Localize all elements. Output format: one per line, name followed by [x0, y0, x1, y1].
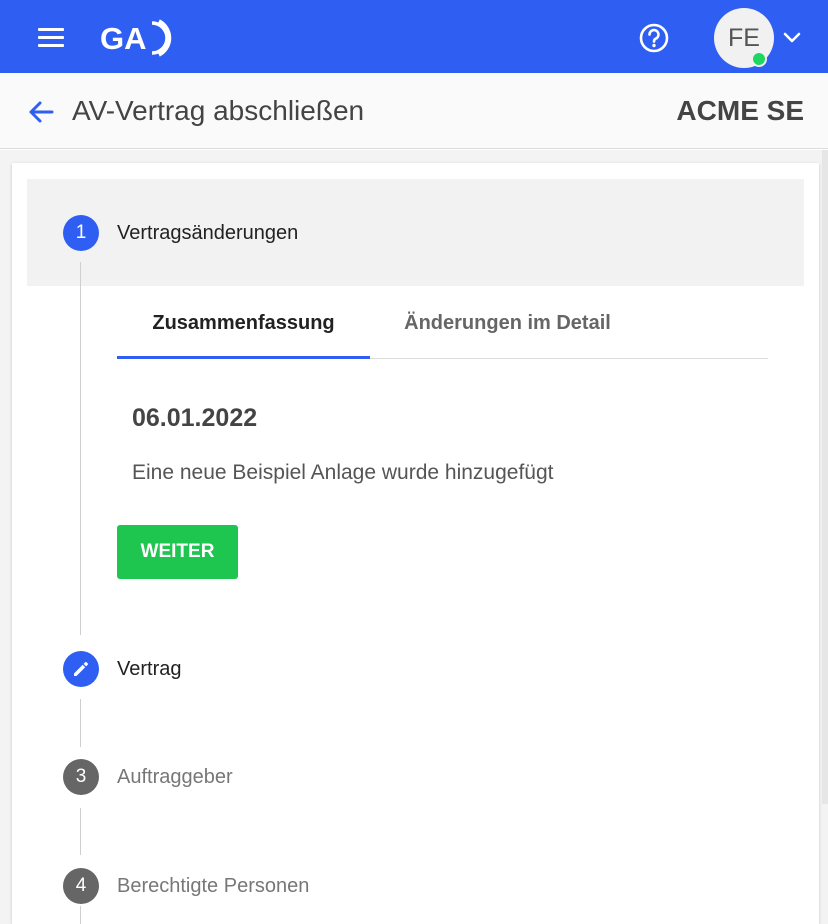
tab-aenderungen-im-detail[interactable]: Änderungen im Detail: [370, 306, 645, 340]
hamburger-menu-icon[interactable]: [36, 26, 66, 48]
step-connector: [80, 262, 81, 635]
app-logo[interactable]: GA: [100, 18, 172, 58]
step-label-berechtigte-personen[interactable]: Berechtigte Personen: [117, 873, 309, 899]
avatar-initials: FE: [728, 23, 760, 52]
step-connector: [80, 699, 81, 747]
step-connector: [80, 906, 81, 924]
online-status-dot: [751, 51, 767, 67]
step-number-badge: 1: [63, 215, 99, 251]
pencil-icon: [63, 651, 99, 687]
change-date: 06.01.2022: [132, 404, 258, 432]
scrollbar[interactable]: [822, 150, 828, 804]
page-title: AV-Vertrag abschließen: [72, 95, 365, 126]
chevron-down-icon[interactable]: [780, 26, 804, 50]
step-number: 1: [75, 222, 87, 243]
help-icon[interactable]: [638, 22, 670, 54]
step-number-badge: 3: [63, 759, 99, 795]
company-name: ACME SE: [676, 95, 804, 126]
step-label-vertrag[interactable]: Vertrag: [117, 656, 181, 682]
step-label-auftraggeber[interactable]: Auftraggeber: [117, 764, 233, 790]
logo-text: GA: [100, 21, 147, 56]
step-number: 4: [75, 875, 87, 896]
weiter-button[interactable]: WEITER: [117, 525, 238, 579]
top-app-bar: GA FE: [0, 0, 828, 73]
arrow-left-icon[interactable]: [26, 97, 56, 127]
page-header: AV-Vertrag abschließen ACME SE: [0, 73, 828, 149]
step-number-badge: 4: [63, 868, 99, 904]
tab-active-indicator: [117, 356, 370, 359]
change-description: Eine neue Beispiel Anlage wurde hinzugef…: [132, 461, 554, 484]
step-connector: [80, 808, 81, 855]
step-number: 3: [75, 766, 87, 787]
step-label-vertragsaenderungen[interactable]: Vertragsänderungen: [117, 220, 298, 246]
tab-zusammenfassung[interactable]: Zusammenfassung: [117, 306, 370, 340]
